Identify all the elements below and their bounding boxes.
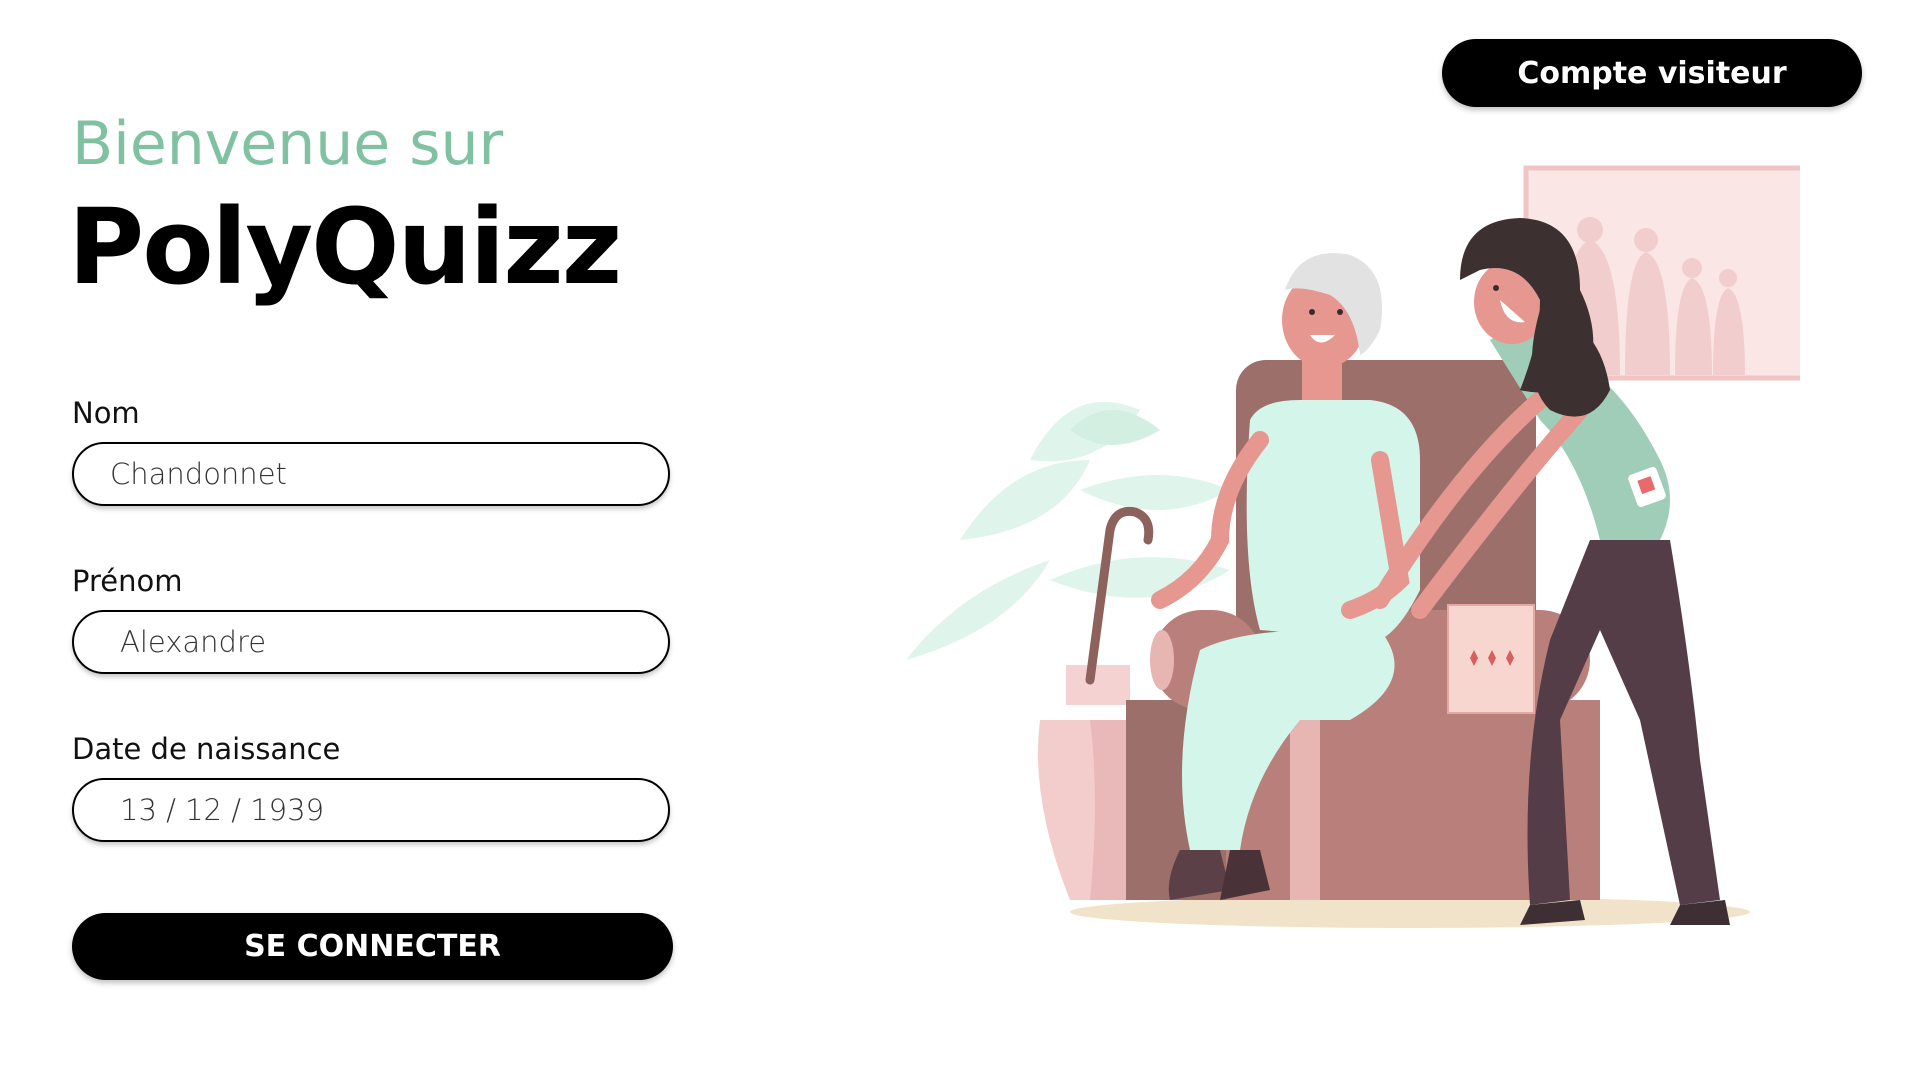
login-button[interactable]: SE CONNECTER [72, 913, 673, 980]
birth-date-label: Date de naissance [72, 732, 341, 766]
last-name-label: Nom [72, 396, 140, 430]
first-name-field[interactable] [72, 610, 670, 674]
login-page: Compte visiteur Bienvenue sur PolyQuizz … [0, 0, 1920, 1080]
caregiver-elderly-illustration [900, 160, 1807, 950]
visitor-account-button[interactable]: Compte visiteur [1442, 39, 1862, 107]
birth-date-field[interactable] [72, 778, 670, 842]
first-name-label: Prénom [72, 564, 183, 598]
welcome-subtitle: Bienvenue sur [72, 109, 504, 179]
app-title: PolyQuizz [68, 186, 622, 308]
last-name-field[interactable] [72, 442, 670, 506]
